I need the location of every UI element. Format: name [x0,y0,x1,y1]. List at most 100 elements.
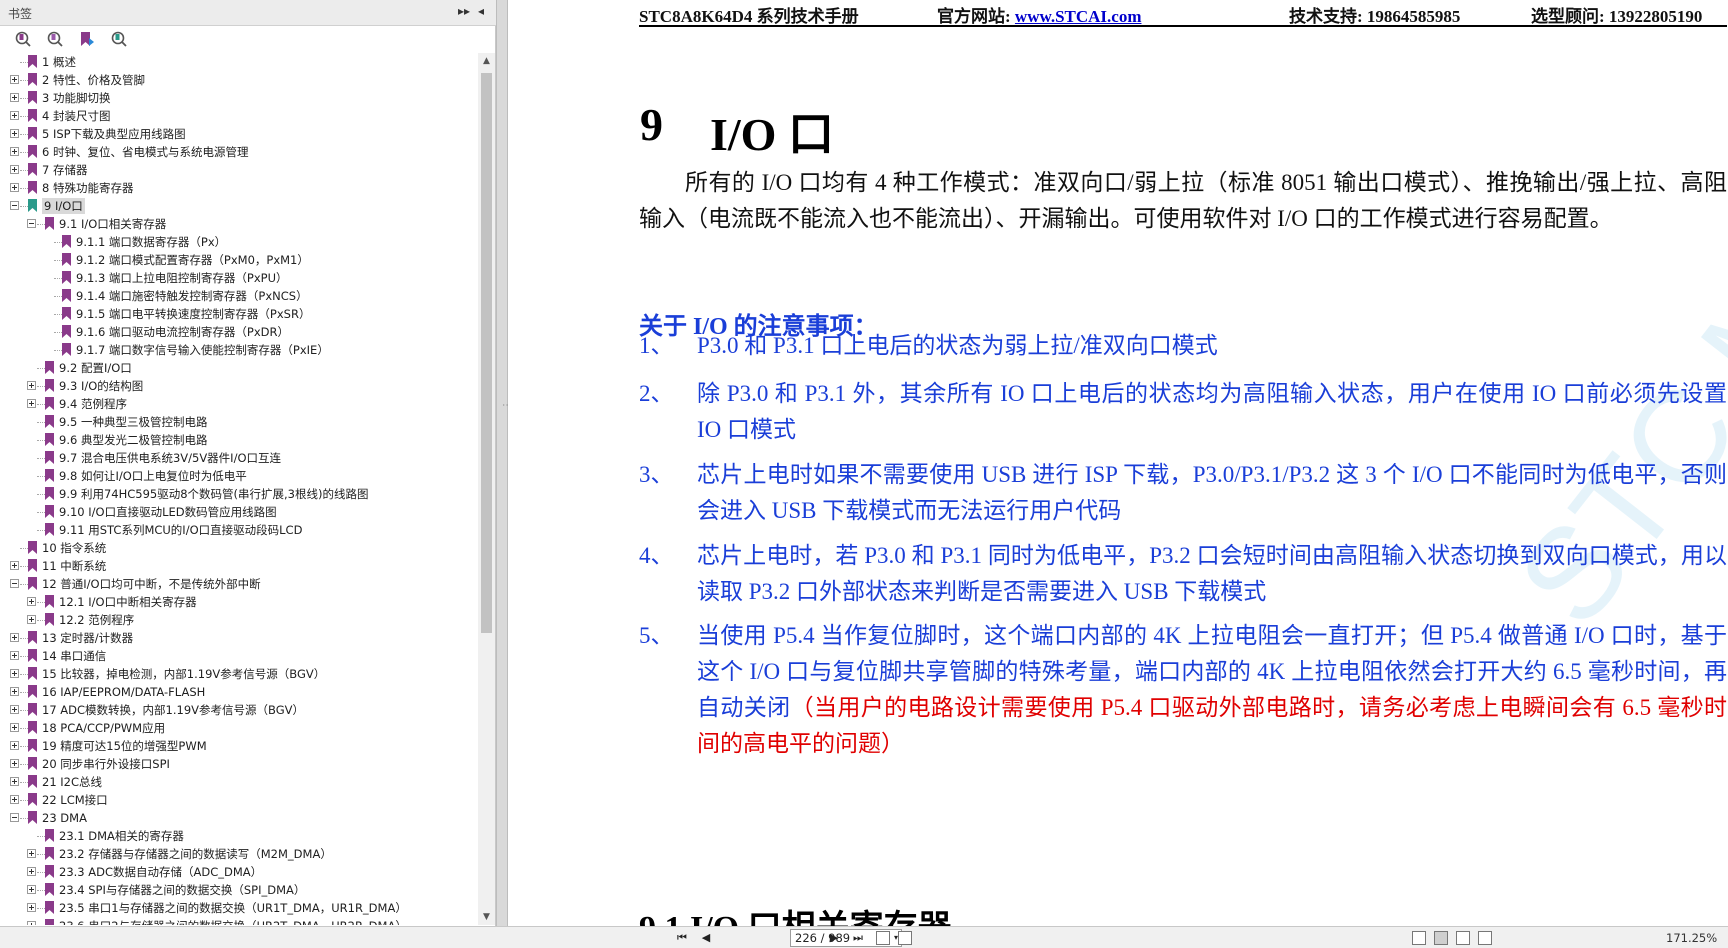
collapse-icon[interactable] [10,201,19,210]
expand-icon[interactable] [10,759,19,768]
expand-icon[interactable] [10,795,19,804]
expand-icon[interactable] [10,129,19,138]
add-bookmark-icon[interactable] [78,30,96,48]
panel-options-icon[interactable]: ▸▸ [458,4,470,18]
bookmark-item[interactable]: 23.3 ADC数据自动存储（ADC_DMA） [0,863,478,881]
collapse-panel-icon[interactable]: ◂ [478,4,484,18]
collapse-bookmark-icon[interactable] [46,30,64,48]
bookmark-item[interactable]: 12 普通I/O口均可中断，不是传统外部中断 [0,575,478,593]
site-link[interactable]: www.STCAI.com [1015,7,1142,26]
bookmark-item[interactable]: 14 串口通信 [0,647,478,665]
bookmark-item[interactable]: 9.1.2 端口模式配置寄存器（PxM0，PxM1） [0,251,478,269]
expand-bookmark-icon[interactable] [14,30,32,48]
bookmark-item[interactable]: 11 中断系统 [0,557,478,575]
back-view-icon[interactable] [876,931,890,945]
collapse-icon[interactable] [10,579,19,588]
expand-icon[interactable] [27,381,36,390]
expand-icon[interactable] [10,93,19,102]
bookmark-item[interactable]: 8 特殊功能寄存器 [0,179,478,197]
scrollbar-thumb[interactable] [481,73,492,633]
bookmark-item[interactable]: 23.6 串口2与存储器之间的数据交换（UR2T_DMA，UR2R_DMA） [0,917,478,925]
bookmark-item[interactable]: 9.1.7 端口数字信号输入使能控制寄存器（PxIE） [0,341,478,359]
bookmark-item[interactable]: 10 指令系统 [0,539,478,557]
bookmark-item[interactable]: 9.11 用STC系列MCU的I/O口直接驱动段码LCD [0,521,478,539]
bookmark-item[interactable]: 23.1 DMA相关的寄存器 [0,827,478,845]
expand-icon[interactable] [27,849,36,858]
expand-icon[interactable] [27,597,36,606]
bookmark-item[interactable]: 16 IAP/EEPROM/DATA-FLASH [0,683,478,701]
expand-icon[interactable] [27,885,36,894]
expand-icon[interactable] [10,147,19,156]
expand-icon[interactable] [10,651,19,660]
expand-icon[interactable] [10,75,19,84]
panel-splitter[interactable]: ⋮ [496,0,512,926]
bookmark-item[interactable]: 18 PCA/CCP/PWM应用 [0,719,478,737]
expand-icon[interactable] [27,867,36,876]
two-page-view-icon[interactable] [1456,931,1470,945]
prev-page-icon[interactable]: ◀ [698,930,714,946]
expand-icon[interactable] [27,903,36,912]
bookmark-item[interactable]: 9.8 如何让I/O口上电复位时为低电平 [0,467,478,485]
bookmark-item[interactable]: 5 ISP下载及典型应用线路图 [0,125,478,143]
expand-icon[interactable] [10,165,19,174]
bookmark-item[interactable]: 9.1.1 端口数据寄存器（Px） [0,233,478,251]
single-page-view-icon[interactable] [1412,931,1426,945]
bookmark-item[interactable]: 6 时钟、复位、省电模式与系统电源管理 [0,143,478,161]
bookmarks-scrollbar[interactable]: ▲ ▼ [478,53,495,925]
bookmark-item[interactable]: 9.9 利用74HC595驱动8个数码管(串行扩展,3根线)的线路图 [0,485,478,503]
expand-icon[interactable] [10,669,19,678]
last-page-icon[interactable]: ⏭ [850,930,866,946]
bookmark-item[interactable]: 9 I/O口 [0,197,478,215]
next-page-icon[interactable]: ▶ [826,930,842,946]
bookmark-item[interactable]: 9.4 范例程序 [0,395,478,413]
expand-icon[interactable] [10,183,19,192]
expand-icon[interactable] [10,687,19,696]
expand-icon[interactable] [10,111,19,120]
find-bookmark-icon[interactable] [110,30,128,48]
expand-icon[interactable] [10,633,19,642]
expand-icon[interactable] [27,399,36,408]
bookmark-item[interactable]: 15 比较器，掉电检测，内部1.19V参考信号源（BGV） [0,665,478,683]
bookmark-item[interactable]: 9.1.5 端口电平转换速度控制寄存器（PxSR） [0,305,478,323]
bookmark-item[interactable]: 3 功能脚切换 [0,89,478,107]
continuous-view-icon[interactable] [1434,931,1448,945]
bookmark-item[interactable]: 22 LCM接口 [0,791,478,809]
bookmark-item[interactable]: 19 精度可达15位的增强型PWM [0,737,478,755]
bookmark-item[interactable]: 12.2 范例程序 [0,611,478,629]
collapse-icon[interactable] [27,219,36,228]
bookmark-item[interactable]: 12.1 I/O口中断相关寄存器 [0,593,478,611]
expand-icon[interactable] [10,741,19,750]
first-page-icon[interactable]: ⏮ [674,930,690,946]
bookmark-item[interactable]: 23.2 存储器与存储器之间的数据读写（M2M_DMA） [0,845,478,863]
expand-icon[interactable] [27,615,36,624]
bookmark-item[interactable]: 23 DMA [0,809,478,827]
bookmark-item[interactable]: 9.6 典型发光二极管控制电路 [0,431,478,449]
expand-icon[interactable] [27,921,36,925]
bookmark-item[interactable]: 23.5 串口1与存储器之间的数据交换（UR1T_DMA，UR1R_DMA） [0,899,478,917]
scroll-up-icon[interactable]: ▲ [478,53,495,69]
bookmark-item[interactable]: 7 存储器 [0,161,478,179]
bookmark-item[interactable]: 1 概述 [0,53,478,71]
expand-icon[interactable] [10,705,19,714]
bookmark-item[interactable]: 9.2 配置I/O口 [0,359,478,377]
bookmark-item[interactable]: 13 定时器/计数器 [0,629,478,647]
forward-view-icon[interactable] [898,931,912,945]
bookmark-item[interactable]: 20 同步串行外设接口SPI [0,755,478,773]
bookmark-item[interactable]: 17 ADC模数转换，内部1.19V参考信号源（BGV） [0,701,478,719]
bookmark-item[interactable]: 9.1.3 端口上拉电阻控制寄存器（PxPU） [0,269,478,287]
bookmark-item[interactable]: 4 封装尺寸图 [0,107,478,125]
bookmark-item[interactable]: 2 特性、价格及管脚 [0,71,478,89]
bookmark-item[interactable]: 23.4 SPI与存储器之间的数据交换（SPI_DMA） [0,881,478,899]
zoom-level[interactable]: 171.25% [1666,931,1717,945]
bookmark-item[interactable]: 9.3 I/O的结构图 [0,377,478,395]
scroll-down-icon[interactable]: ▼ [478,909,495,925]
bookmark-item[interactable]: 9.1.4 端口施密特触发控制寄存器（PxNCS） [0,287,478,305]
collapse-icon[interactable] [10,813,19,822]
bookmark-item[interactable]: 9.5 一种典型三极管控制电路 [0,413,478,431]
bookmark-item[interactable]: 9.10 I/O口直接驱动LED数码管应用线路图 [0,503,478,521]
bookmark-item[interactable]: 21 I2C总线 [0,773,478,791]
bookmark-item[interactable]: 9.1.6 端口驱动电流控制寄存器（PxDR） [0,323,478,341]
expand-icon[interactable] [10,561,19,570]
bookmark-item[interactable]: 9.1 I/O口相关寄存器 [0,215,478,233]
fit-width-icon[interactable] [1478,931,1492,945]
